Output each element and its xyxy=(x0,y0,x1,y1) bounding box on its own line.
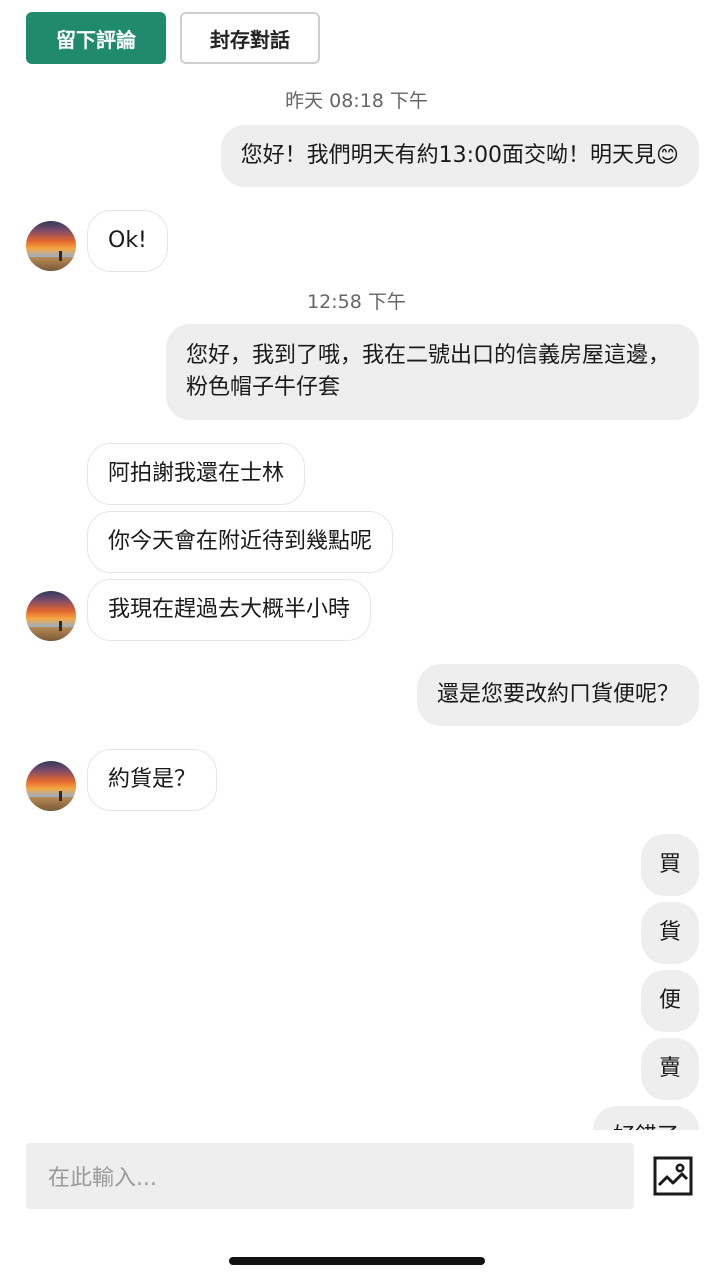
message-input[interactable]: 在此輸入... xyxy=(26,1143,634,1209)
incoming-message: 我現在趕過去大概半小時 xyxy=(87,579,372,641)
incoming-message: 阿拍謝我還在士林 xyxy=(87,443,306,505)
incoming-message: 約貨是？ xyxy=(87,749,218,811)
leave-review-button[interactable]: 留下評論 xyxy=(26,12,166,64)
incoming-message: Ok! xyxy=(87,210,168,272)
chat-message-list[interactable]: 留下評論 封存對話 昨天 08:18 下午 您好！我們明天有約13:00面交呦！… xyxy=(0,0,713,1130)
outgoing-message: 買 xyxy=(640,834,699,896)
outgoing-message: 貨 xyxy=(640,902,699,964)
home-indicator xyxy=(229,1257,485,1265)
archive-conversation-button[interactable]: 封存對話 xyxy=(180,12,320,64)
outgoing-message: 便 xyxy=(640,970,699,1032)
outgoing-message: 您好！我們明天有約13:00面交呦！明天見😊 xyxy=(220,125,699,187)
image-icon[interactable] xyxy=(652,1155,694,1197)
user-avatar[interactable] xyxy=(26,761,76,811)
chat-action-bar: 留下評論 封存對話 xyxy=(26,12,320,64)
timestamp: 昨天 08:18 下午 xyxy=(285,90,428,112)
outgoing-message: 還是您要改約ㄇ貨便呢？ xyxy=(416,664,699,726)
user-avatar[interactable] xyxy=(26,221,76,271)
incoming-message: 你今天會在附近待到幾點呢 xyxy=(87,511,394,573)
outgoing-message: 賣 xyxy=(640,1038,699,1100)
user-avatar[interactable] xyxy=(26,591,76,641)
outgoing-message: 好錯了 xyxy=(592,1106,699,1130)
outgoing-message: 您好，我到了哦，我在二號出口的信義房屋這邊，粉色帽子牛仔套 xyxy=(166,324,699,420)
timestamp: 12:58 下午 xyxy=(307,291,406,313)
